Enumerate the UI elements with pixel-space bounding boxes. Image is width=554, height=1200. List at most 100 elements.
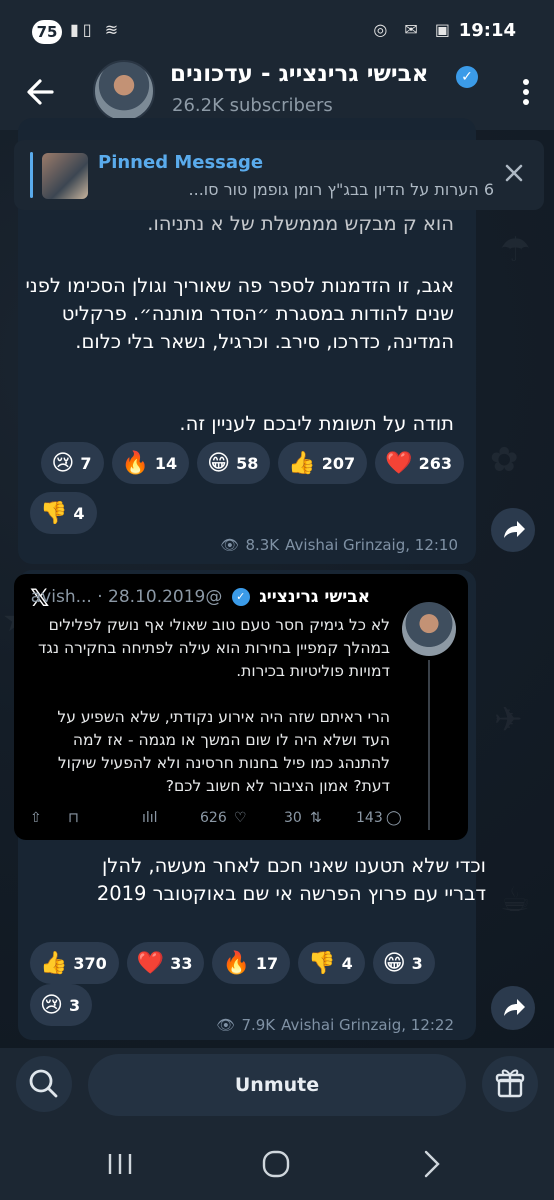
tweet-text: לא כל גימיק חסר טעם טוב שאולי אף נושק לפ… — [30, 614, 390, 798]
grin-icon: 😁 — [207, 450, 231, 476]
system-nav-bar — [0, 1128, 554, 1200]
share-button[interactable] — [491, 508, 535, 552]
author-time: Avishai Grinzaig, 12:10 — [285, 536, 458, 554]
reaction-heart[interactable]: ❤️ 33 — [126, 942, 205, 984]
pinned-text: 6 הערות על הדיון בבג"ץ רומן גופמן טור סו… — [188, 180, 494, 199]
thread-line — [428, 660, 430, 830]
close-icon — [505, 164, 523, 182]
message-paragraph: תודה על תשומת ליבכם לעניין זה. — [179, 412, 454, 435]
share-arrow-icon — [504, 521, 525, 538]
doodle-icon: ☂ — [500, 230, 531, 270]
reactions-row: 👎 4 — [30, 492, 97, 534]
message-text: וכדי שלא תטענו שאני חכם לאחר מעשה, להלן … — [96, 854, 486, 905]
tweet-paragraph: הרי ראיתם שזה היה אירוע נקודתי, שלא השפי… — [57, 708, 390, 795]
reaction-count: 14 — [154, 453, 178, 473]
kebab-icon — [523, 79, 529, 105]
cry-icon: 😢 — [40, 992, 63, 1018]
reaction-count: 3 — [411, 953, 423, 973]
clock: 19:14 — [458, 20, 516, 41]
reaction-count: 4 — [341, 953, 353, 973]
verified-badge-icon: ✓ — [456, 66, 478, 88]
home-button[interactable] — [256, 1144, 296, 1184]
message-paragraph: אגב, זו הזדמנות לספר פה שאוריך וגולן הסכ… — [25, 274, 454, 353]
more-options-button[interactable] — [516, 72, 536, 112]
arrow-left-icon — [27, 79, 54, 105]
search-icon — [29, 1069, 58, 1098]
gift-icon — [495, 1069, 525, 1098]
message-meta: 👁 8.3K Avishai Grinzaig, 12:10 — [220, 536, 458, 554]
fire-icon: 🔥 — [121, 450, 149, 476]
status-bar: 75 ▮▯ ≋ ◎ ✉ ▣ 19:14 — [0, 0, 554, 58]
tweet-paragraph: לא כל גימיק חסר טעם טוב שאולי אף נושק לפ… — [37, 616, 390, 680]
close-pinned-button[interactable] — [504, 160, 524, 190]
reaction-count: 3 — [68, 995, 81, 1015]
thumbs-up-icon: 👍 — [288, 450, 316, 476]
recent-apps-icon — [108, 1154, 132, 1174]
cry-icon: 😢 — [51, 450, 75, 476]
reaction-count: 370 — [73, 953, 107, 973]
tweet-header: אבישי גרינצייג ✓ @avish... · 28.10.2019 — [31, 587, 370, 607]
notification-icons: ◎ ✉ ▣ — [373, 20, 456, 39]
back-button[interactable] — [22, 72, 62, 112]
search-button[interactable] — [16, 1056, 72, 1112]
doodle-icon: ☕ — [500, 880, 531, 920]
pinned-message-bar[interactable]: Pinned Message 6 הערות על הדיון בבג"ץ רו… — [14, 140, 544, 210]
gift-button[interactable] — [482, 1056, 538, 1112]
unmute-button[interactable]: Unmute — [88, 1054, 466, 1116]
home-icon — [262, 1150, 290, 1178]
share-arrow-icon — [504, 999, 525, 1016]
reaction-count: 17 — [255, 953, 279, 973]
reaction-fire[interactable]: 🔥 14 — [111, 442, 190, 484]
channel-title[interactable]: אבישי גרינצייג - עדכונים — [170, 61, 428, 87]
tweet-date: 28.10.2019 — [108, 587, 206, 607]
message-text-partial: הוא ק מבקש מממשלת של א נתניהו. — [147, 212, 454, 235]
reaction-grin[interactable]: 😁 58 — [197, 442, 271, 484]
fire-icon: 🔥 — [222, 950, 250, 976]
pinned-title: Pinned Message — [98, 152, 264, 173]
nav-back-button[interactable] — [412, 1144, 452, 1184]
doodle-icon: ✿ — [490, 440, 519, 480]
share-icon: ⇧ — [30, 810, 42, 826]
reaction-thumbs-up[interactable]: 👍 370 — [30, 942, 119, 984]
retweet-count: 30 — [284, 810, 302, 826]
eye-icon: 👁 — [220, 536, 240, 554]
view-count: 8.3K — [245, 536, 280, 554]
reactions-row: ❤️ 263 👍 207 😁 58 🔥 14 😢 7 — [41, 442, 464, 484]
reaction-thumbs-down[interactable]: 👎 4 — [30, 492, 97, 534]
reply-count: 143 — [356, 810, 383, 826]
view-count: 7.9K — [241, 1016, 276, 1034]
message-meta: 👁 7.9K Avishai Grinzaig, 12:22 — [216, 1016, 454, 1034]
author-time: Avishai Grinzaig, 12:22 — [281, 1016, 454, 1034]
channel-avatar[interactable] — [93, 60, 155, 122]
subscriber-count: 26.2K subscribers — [172, 95, 333, 116]
reaction-count: 207 — [321, 453, 356, 473]
reactions-row: 😢 3 — [30, 984, 93, 1026]
reaction-count: 58 — [236, 453, 259, 473]
verified-badge-icon: ✓ — [231, 588, 250, 606]
recent-apps-button[interactable] — [100, 1144, 140, 1184]
tweet-avatar — [402, 602, 456, 656]
chevron-right-icon — [424, 1150, 440, 1178]
thumbs-down-icon: 👎 — [308, 950, 336, 976]
reaction-thumbs-up[interactable]: 👍 207 — [278, 442, 368, 484]
tweet-author-name: אבישי גרינצייג — [259, 587, 370, 607]
reaction-cry[interactable]: 😢 7 — [41, 442, 104, 484]
reaction-grin[interactable]: 😁 3 — [372, 942, 435, 984]
share-button[interactable] — [491, 986, 535, 1030]
reaction-count: 263 — [418, 453, 452, 473]
signal-wifi-icon: ▮▯ ≋ — [70, 20, 123, 39]
tweet-dot: · — [97, 587, 103, 607]
reaction-count: 4 — [73, 503, 85, 523]
reaction-heart[interactable]: ❤️ 263 — [375, 442, 464, 484]
heart-icon: ❤️ — [385, 450, 413, 476]
reply-icon: ◯ — [386, 810, 402, 826]
heart-icon: ❤️ — [136, 950, 165, 976]
reaction-fire[interactable]: 🔥 17 — [212, 942, 291, 984]
reaction-cry[interactable]: 😢 3 — [30, 984, 93, 1026]
bookmark-icon: ⊓ — [68, 810, 79, 826]
grin-icon: 😁 — [382, 950, 406, 976]
reaction-thumbs-down[interactable]: 👎 4 — [298, 942, 365, 984]
tweet-screenshot[interactable]: 𝕏 אבישי גרינצייג ✓ @avish... · 28.10.201… — [14, 574, 468, 840]
analytics-icon: ılıl — [142, 810, 158, 826]
eye-icon: 👁 — [216, 1016, 236, 1034]
